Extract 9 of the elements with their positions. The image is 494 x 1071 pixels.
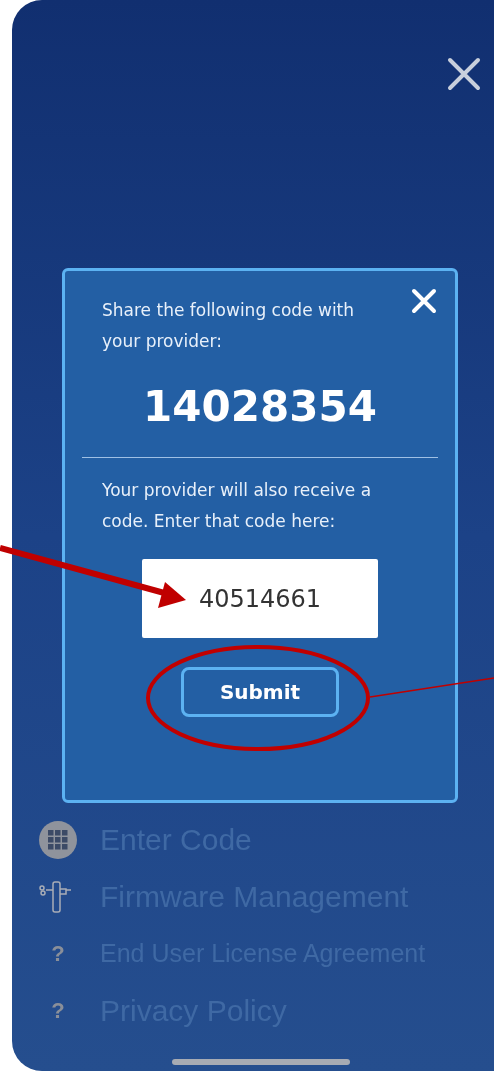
close-icon[interactable] (447, 57, 481, 91)
question-mark-icon: ? (51, 940, 65, 967)
code-input-field[interactable]: 40514661 (142, 559, 378, 638)
keypad-icon (39, 820, 77, 859)
submit-button[interactable]: Submit (181, 667, 339, 717)
instruction-text: Your provider will also receive a code. Enter that code here: (102, 479, 373, 533)
question-mark-icon: ? (51, 997, 65, 1024)
share-code: 14028354 (143, 381, 377, 433)
instruction-text: Share the following code with your provider: (102, 299, 356, 353)
